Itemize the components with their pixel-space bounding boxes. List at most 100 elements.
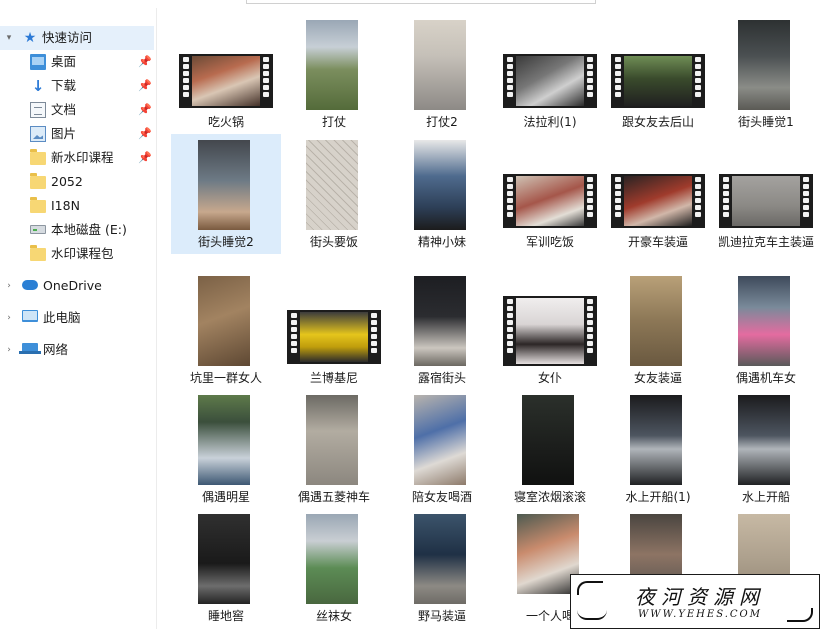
file-name: 陪女友喝酒 <box>411 490 472 504</box>
title-bar-stub <box>0 0 820 8</box>
navigation-pane: ▾ ★ 快速访问 桌面 📌 ↓ 下载 📌 文档 📌 图片 📌 新水印课程 📌 2… <box>0 8 156 629</box>
chevron-right-icon[interactable]: › <box>4 344 14 356</box>
file-name: 街头睡觉2 <box>198 235 254 249</box>
file-tile-portrait[interactable]: 坑里一群女人 <box>171 270 281 390</box>
image-thumbnail <box>738 276 790 366</box>
image-thumbnail <box>522 395 574 485</box>
nav-item-pictures[interactable]: 图片 📌 <box>0 122 154 146</box>
image-thumbnail <box>414 276 466 366</box>
file-grid: 吃火锅 打仗 打仗2 法拉利(1) 跟女友去后山 街头睡觉1 街头睡觉2 街头要… <box>157 8 820 629</box>
nav-item-label: 文档 <box>51 102 77 117</box>
film-strip-holes <box>721 177 731 225</box>
file-tile-portrait[interactable]: 打仗 <box>279 14 389 134</box>
file-name: 偶遇机车女 <box>735 371 796 385</box>
file-tile-portrait[interactable]: 偶遇五菱神车 <box>279 389 389 509</box>
file-name: 丝袜女 <box>315 609 352 623</box>
address-bar[interactable] <box>246 0 596 4</box>
drive-icon <box>30 225 46 234</box>
pin-icon: 📌 <box>138 151 152 164</box>
watermark-title: 夜河资源网 <box>635 585 765 609</box>
file-name: 精神小妹 <box>417 235 466 249</box>
file-tile-portrait[interactable]: 水上开船(1) <box>603 389 713 509</box>
file-tile-video[interactable]: 开豪车装逼 <box>603 134 713 254</box>
film-strip-holes <box>289 313 299 361</box>
chevron-right-icon[interactable]: › <box>4 312 14 324</box>
file-name: 打仗 <box>321 115 346 129</box>
image-thumbnail <box>738 395 790 485</box>
file-tile-portrait[interactable]: 女友装逼 <box>603 270 713 390</box>
ornament-icon <box>577 581 603 595</box>
film-strip-holes <box>585 177 595 225</box>
nav-item-i18n[interactable]: I18N <box>0 194 154 218</box>
nav-network-label: 网络 <box>43 342 69 357</box>
video-thumbnail <box>611 174 705 228</box>
nav-quick-access-label: 快速访问 <box>42 30 93 45</box>
file-tile-portrait[interactable]: 偶遇明星 <box>171 389 281 509</box>
file-tile-video[interactable]: 女仆 <box>495 270 605 390</box>
file-name: 寝室浓烟滚滚 <box>513 490 586 504</box>
file-tile-video[interactable]: 凯迪拉克车主装逼 <box>711 134 820 268</box>
file-tile-video[interactable]: 军训吃饭 <box>495 134 605 254</box>
star-icon: ★ <box>23 30 37 46</box>
file-tile-portrait[interactable]: 偶遇机车女 <box>711 270 820 390</box>
file-name: 野马装逼 <box>417 609 466 623</box>
chevron-right-icon[interactable]: › <box>4 280 14 292</box>
chevron-down-icon[interactable]: ▾ <box>4 32 14 44</box>
file-tile-portrait[interactable]: 陪女友喝酒 <box>387 389 497 509</box>
nav-item-watermark-course[interactable]: 新水印课程 📌 <box>0 146 154 170</box>
nav-this-pc-label: 此电脑 <box>43 310 81 325</box>
file-tile-portrait[interactable]: 街头睡觉1 <box>711 14 820 134</box>
nav-quick-access[interactable]: ▾ ★ 快速访问 <box>0 26 154 50</box>
nav-onedrive-label: OneDrive <box>43 278 102 293</box>
file-name: 偶遇明星 <box>201 490 250 504</box>
image-thumbnail <box>306 140 358 230</box>
file-tile-portrait[interactable]: 寝室浓烟滚滚 <box>495 389 605 509</box>
document-icon <box>30 102 46 118</box>
video-frame <box>516 56 584 106</box>
video-thumbnail <box>719 174 813 228</box>
folder-icon <box>30 197 46 213</box>
file-name: 女仆 <box>537 371 562 385</box>
nav-item-desktop[interactable]: 桌面 📌 <box>0 50 154 74</box>
pin-icon: 📌 <box>138 127 152 140</box>
nav-item-documents[interactable]: 文档 📌 <box>0 98 154 122</box>
image-thumbnail <box>198 140 250 230</box>
file-tile-portrait[interactable]: 街头睡觉2 <box>171 134 281 254</box>
nav-item-label: 桌面 <box>51 54 77 69</box>
nav-network[interactable]: › 网络 <box>0 338 154 362</box>
file-tile-portrait[interactable]: 野马装逼 <box>387 508 497 628</box>
file-tile-portrait[interactable]: 街头要饭 <box>279 134 389 254</box>
image-thumbnail <box>198 395 250 485</box>
file-tile-portrait[interactable]: 露宿街头 <box>387 270 497 390</box>
film-strip-holes <box>613 177 623 225</box>
folder-icon <box>30 149 46 165</box>
file-tile-portrait[interactable]: 丝袜女 <box>279 508 389 628</box>
desktop-icon <box>30 54 46 70</box>
film-strip-holes <box>801 177 811 225</box>
file-name: 军训吃饭 <box>525 235 574 249</box>
folder-icon <box>30 173 46 189</box>
file-tile-portrait[interactable]: 精神小妹 <box>387 134 497 254</box>
nav-this-pc[interactable]: › 此电脑 <box>0 306 154 330</box>
video-frame <box>300 312 368 362</box>
file-tile-video[interactable]: 法拉利(1) <box>495 14 605 134</box>
nav-item-downloads[interactable]: ↓ 下载 📌 <box>0 74 154 98</box>
image-thumbnail <box>306 395 358 485</box>
file-name: 凯迪拉克车主装逼 <box>717 235 814 249</box>
nav-item-local-disk-e[interactable]: 本地磁盘 (E:) <box>0 218 154 242</box>
nav-item-2052[interactable]: 2052 <box>0 170 154 194</box>
file-tile-video[interactable]: 跟女友去后山 <box>603 14 713 134</box>
file-tile-video[interactable]: 吃火锅 <box>171 14 281 134</box>
file-tile-portrait[interactable]: 水上开船 <box>711 389 820 509</box>
file-tile-video[interactable]: 兰博基尼 <box>279 270 389 390</box>
file-tile-portrait[interactable]: 睡地窖 <box>171 508 281 628</box>
nav-item-watermark-pack[interactable]: 水印课程包 <box>0 242 154 266</box>
image-thumbnail <box>198 276 250 366</box>
file-name: 开豪车装逼 <box>627 235 688 249</box>
nav-onedrive[interactable]: › OneDrive <box>0 274 154 298</box>
download-icon: ↓ <box>31 77 45 95</box>
film-strip-holes <box>505 177 515 225</box>
file-tile-portrait[interactable]: 打仗2 <box>387 14 497 134</box>
nav-item-label: I18N <box>51 198 80 213</box>
pin-icon: 📌 <box>138 79 152 92</box>
